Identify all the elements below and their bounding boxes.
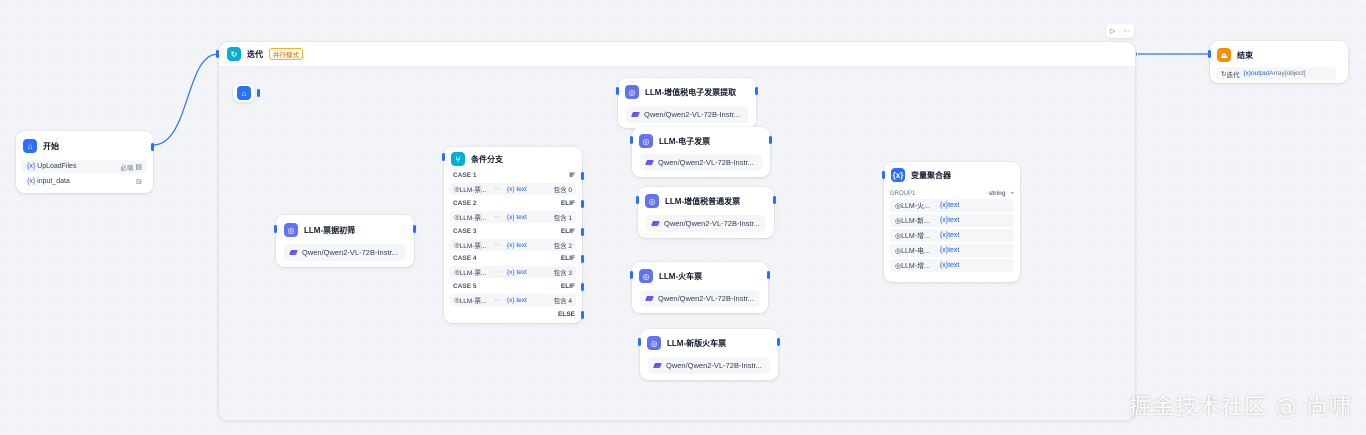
case-keyword: ELIF bbox=[560, 283, 575, 290]
iteration-start-node[interactable]: ⌂ bbox=[233, 84, 260, 102]
model-badge: Qwen/Qwen2-VL-72B-Instr... bbox=[640, 290, 760, 307]
input-handle[interactable] bbox=[616, 87, 619, 95]
start-var-input-data: {x} input_data ⊟ bbox=[22, 175, 147, 188]
start-var-uploadfiles: {x} UpLoadFiles 必填 ▤ bbox=[22, 160, 147, 173]
llm-filter-node[interactable]: ◎ LLM-票据初筛 Qwen/Qwen2-VL-72B-Instr... bbox=[274, 215, 416, 267]
input-handle[interactable] bbox=[882, 171, 885, 179]
aggregator-item: ◎ LLM-电... {x}text bbox=[890, 244, 1014, 257]
case-label: CASE 3 bbox=[453, 228, 477, 235]
file-icon: ▤ bbox=[135, 163, 142, 171]
llm-icon: ◎ bbox=[625, 85, 639, 99]
parallel-mode-badge: 并行模式 bbox=[269, 48, 303, 60]
case-3-handle[interactable] bbox=[581, 228, 584, 236]
llm-icon: ◎ bbox=[639, 134, 653, 148]
output-handle[interactable] bbox=[413, 225, 416, 233]
qwen-logo-icon bbox=[653, 363, 662, 368]
end-node[interactable]: ⏏ 结束 ↻ 迭代 {x} output Array[object] bbox=[1208, 41, 1348, 83]
case-keyword: ELIF bbox=[560, 228, 575, 235]
llm-icon: ◎ bbox=[639, 269, 653, 283]
case-label: CASE 1 bbox=[453, 172, 477, 179]
ifelse-node[interactable]: ⑂ 条件分支 CASE 1 IF ◎ LLM-票... ⋯ {x} text 包含 0 … bbox=[442, 147, 584, 323]
model-badge: Qwen/Qwen2-VL-72B-Instr... bbox=[284, 244, 406, 261]
model-badge: Qwen/Qwen2-VL-72B-Instr... bbox=[648, 357, 770, 374]
case-1-handle[interactable] bbox=[581, 172, 584, 180]
case-5-handle[interactable] bbox=[581, 283, 584, 291]
input-handle[interactable] bbox=[636, 196, 639, 204]
iteration-input-handle[interactable] bbox=[216, 50, 219, 58]
case-label: CASE 4 bbox=[453, 255, 477, 262]
llm-vat-general-invoice-node[interactable]: ◎ LLM-增值税普通发票 Qwen/Qwen2-VL-72B-Instr... bbox=[636, 187, 776, 238]
qwen-logo-icon bbox=[289, 250, 298, 255]
output-handle[interactable] bbox=[777, 338, 780, 346]
input-handle[interactable] bbox=[638, 338, 641, 346]
else-handle[interactable] bbox=[581, 311, 584, 319]
end-output-var: ↻ 迭代 {x} output Array[object] bbox=[1216, 67, 1336, 80]
llm-e-invoice-node[interactable]: ◎ LLM-电子发票 Qwen/Qwen2-VL-72B-Instr... bbox=[630, 127, 772, 177]
iteration-icon: ↻ bbox=[227, 47, 241, 61]
else-keyword: ELSE bbox=[558, 311, 575, 318]
llm-train-ticket-node[interactable]: ◎ LLM-火车票 Qwen/Qwen2-VL-72B-Instr... bbox=[630, 262, 770, 313]
qwen-logo-icon bbox=[651, 221, 660, 226]
model-badge: Qwen/Qwen2-VL-72B-Instr... bbox=[640, 154, 762, 171]
llm-icon: ◎ bbox=[645, 194, 659, 208]
case-keyword: IF bbox=[569, 172, 575, 179]
case-keyword: ELIF bbox=[560, 255, 575, 262]
case-2-handle[interactable] bbox=[581, 200, 584, 208]
watermark: 掘金技术社区 @ 尚啸 bbox=[1129, 395, 1352, 420]
case-condition: ◎ LLM-票... ⋯ {x} text 包含 2 bbox=[450, 239, 576, 251]
home-icon: ⌂ bbox=[237, 86, 251, 100]
qwen-logo-icon bbox=[645, 160, 654, 165]
aggregator-item: ◎ LLM-增... {x}text bbox=[890, 229, 1014, 242]
aggregator-item: ◎ LLM-火... {x}text bbox=[890, 199, 1014, 212]
start-node-title: 开始 bbox=[43, 141, 59, 151]
aggregator-item: ◎ LLM-新... {x}text bbox=[890, 214, 1014, 227]
qwen-logo-icon bbox=[631, 112, 640, 117]
case-keyword: ELIF bbox=[560, 200, 575, 207]
case-condition: ◎ LLM-票... ⋯ {x} text 包含 1 bbox=[450, 211, 576, 223]
variable-icon: {x} bbox=[891, 168, 905, 182]
llm-filter-title: LLM-票据初筛 bbox=[304, 225, 356, 235]
required-label: 必填 bbox=[120, 164, 134, 172]
case-label: CASE 2 bbox=[453, 200, 477, 207]
case-condition: ◎ LLM-票... ⋯ {x} text 包含 4 bbox=[450, 294, 576, 306]
case-condition: ◎ LLM-票... ⋯ {x} text 包含 3 bbox=[450, 266, 576, 278]
case-condition: ◎ LLM-票... ⋯ {x} text 包含 0 bbox=[450, 183, 576, 195]
iteration-header: ↻ 迭代 并行模式 bbox=[219, 42, 1135, 67]
start-node[interactable]: ⌂ 开始 {x} UpLoadFiles 必填 ▤ {x} input_data… bbox=[16, 131, 154, 193]
output-handle[interactable] bbox=[773, 196, 776, 204]
ifelse-title: 条件分支 bbox=[471, 154, 503, 164]
input-handle[interactable] bbox=[274, 225, 277, 233]
llm-icon: ◎ bbox=[647, 336, 661, 350]
llm-vat-e-invoice-node[interactable]: ◎ LLM-增值税电子发票提取 Qwen/Qwen2-VL-72B-Instr.… bbox=[616, 78, 758, 128]
run-icon[interactable]: ▷ bbox=[1110, 27, 1115, 35]
case-label: CASE 5 bbox=[453, 283, 477, 290]
output-handle[interactable] bbox=[755, 87, 758, 95]
input-handle[interactable] bbox=[442, 153, 445, 161]
aggregator-item: ◎ LLM-增... {x}text bbox=[890, 259, 1014, 272]
input-handle[interactable] bbox=[630, 136, 633, 144]
input-handle[interactable] bbox=[1208, 50, 1211, 58]
start-output-handle[interactable] bbox=[151, 143, 154, 151]
add-variable-button[interactable]: + bbox=[1010, 191, 1014, 197]
group-header: GROUP1 string + bbox=[890, 191, 1014, 197]
qwen-logo-icon bbox=[645, 296, 654, 301]
output-handle[interactable] bbox=[769, 136, 772, 144]
llm-icon: ◎ bbox=[284, 223, 298, 237]
iteration-title: 迭代 bbox=[247, 49, 263, 59]
model-badge: Qwen/Qwen2-VL-72B-Instr... bbox=[646, 215, 766, 232]
input-handle[interactable] bbox=[630, 271, 633, 279]
branch-icon: ⑂ bbox=[451, 152, 465, 166]
home-icon: ⌂ bbox=[23, 139, 37, 153]
iteration-start-output-handle[interactable] bbox=[257, 89, 260, 97]
text-field-icon: ⊟ bbox=[136, 178, 142, 186]
end-icon: ⏏ bbox=[1217, 48, 1231, 62]
model-badge: Qwen/Qwen2-VL-72B-Instr... bbox=[626, 106, 748, 123]
node-toolbar: ▷ ⋯ bbox=[1106, 24, 1134, 38]
llm-new-train-ticket-node[interactable]: ◎ LLM-新版火车票 Qwen/Qwen2-VL-72B-Instr... bbox=[638, 329, 780, 380]
output-handle[interactable] bbox=[767, 271, 770, 279]
variable-aggregator-node[interactable]: {x} 变量聚合器 GROUP1 string + ◎ LLM-火... {x}te… bbox=[882, 162, 1020, 282]
more-icon[interactable]: ⋯ bbox=[1123, 27, 1130, 35]
case-4-handle[interactable] bbox=[581, 255, 584, 263]
